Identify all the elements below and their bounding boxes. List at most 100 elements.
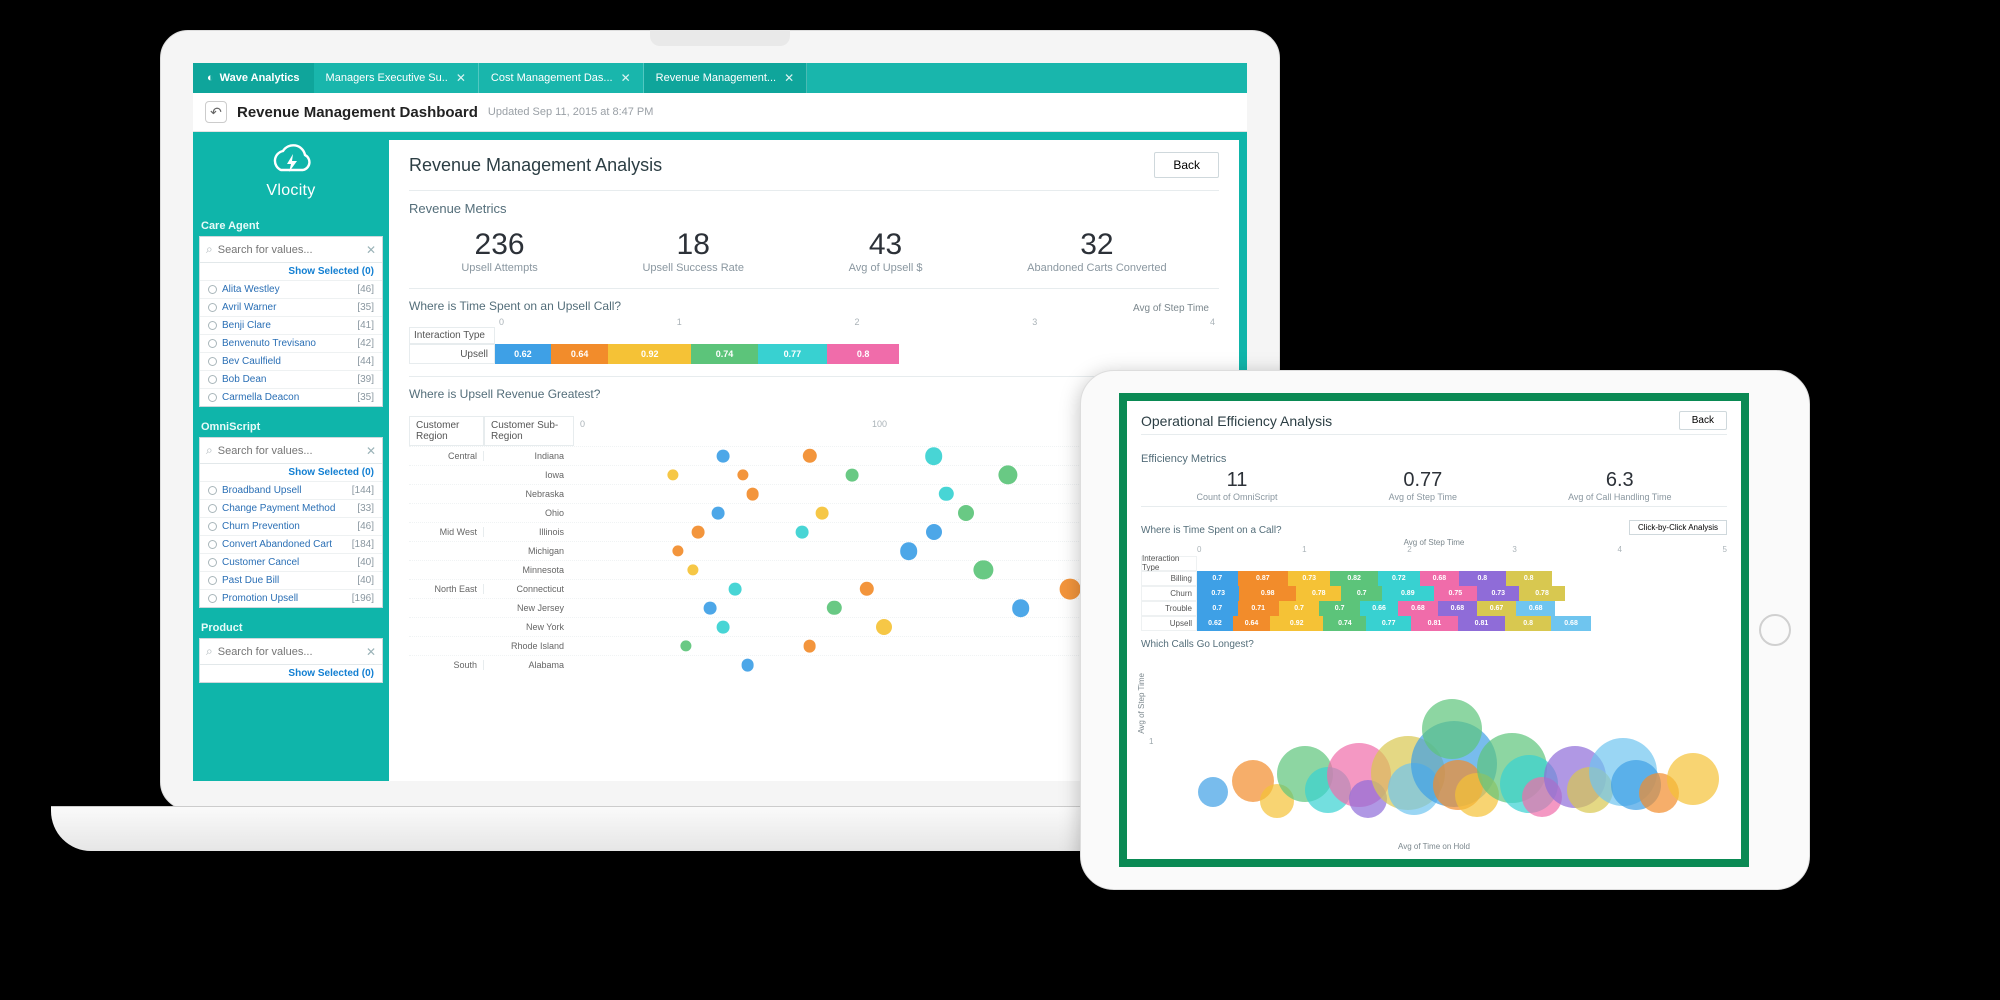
bar-segment[interactable]: 0.72 [1378, 571, 1420, 586]
bubble-dot[interactable] [687, 564, 698, 575]
show-selected-link[interactable]: Show Selected (0) [200, 665, 382, 682]
bar-segment[interactable]: 0.81 [1458, 616, 1505, 631]
bubble-dot[interactable] [1060, 579, 1081, 600]
bubble-dot[interactable] [802, 449, 816, 463]
show-selected-link[interactable]: Show Selected (0) [200, 263, 382, 280]
bar-segment[interactable]: 0.62 [495, 344, 551, 364]
bar-segment[interactable]: 0.73 [1477, 586, 1519, 601]
click-by-click-button[interactable]: Click-by-Click Analysis [1629, 520, 1727, 535]
bubble-dot[interactable] [845, 469, 858, 482]
bar-segment[interactable]: 0.78 [1296, 586, 1341, 601]
bubble-dot[interactable] [704, 602, 717, 615]
bar-segment[interactable]: 0.7 [1197, 601, 1238, 616]
bubble-dot[interactable] [925, 447, 943, 465]
bubble-dot[interactable] [711, 507, 724, 520]
bar-segment[interactable]: 0.68 [1551, 616, 1590, 631]
bubble-dot[interactable] [876, 619, 892, 635]
bubble-dot[interactable] [900, 542, 918, 560]
bubble-dot[interactable] [1667, 753, 1719, 805]
bar-segment[interactable]: 0.78 [1519, 586, 1564, 601]
clear-icon[interactable]: ✕ [366, 243, 376, 257]
bar-segment[interactable]: 0.7 [1341, 586, 1382, 601]
facet-item[interactable]: Carmella Deacon[35] [200, 388, 382, 406]
bar-segment[interactable]: 0.64 [551, 344, 609, 364]
facet-item[interactable]: Avril Warner[35] [200, 298, 382, 316]
bubble-dot[interactable] [958, 505, 974, 521]
bar-segment[interactable]: 0.98 [1239, 586, 1296, 601]
bubble-dot[interactable] [692, 526, 705, 539]
bar-segment[interactable]: 0.7 [1197, 571, 1238, 586]
bubble-dot[interactable] [1198, 777, 1228, 807]
bar-segment[interactable]: 0.87 [1238, 571, 1288, 586]
bar-segment[interactable]: 0.64 [1233, 616, 1270, 631]
facet-item[interactable]: Bev Caulfield[44] [200, 352, 382, 370]
tablet-back-button[interactable]: Back [1679, 411, 1727, 430]
bar-segment[interactable]: 0.8 [1459, 571, 1505, 586]
facet-item[interactable]: Benji Clare[41] [200, 316, 382, 334]
bubble-dot[interactable] [737, 469, 748, 480]
bubble-dot[interactable] [1012, 599, 1030, 617]
clear-icon[interactable]: ✕ [366, 645, 376, 659]
bar-segment[interactable]: 0.8 [1506, 571, 1552, 586]
bubble-dot[interactable] [680, 640, 691, 651]
bubble-dot[interactable] [827, 601, 841, 615]
bar-segment[interactable]: 0.73 [1288, 571, 1330, 586]
bar-segment[interactable]: 0.77 [758, 344, 827, 364]
bar-segment[interactable]: 0.73 [1197, 586, 1239, 601]
facet-item[interactable]: Broadband Upsell[144] [200, 481, 382, 499]
bar-segment[interactable]: 0.7 [1319, 601, 1360, 616]
app-brand[interactable]: ◐ Wave Analytics [193, 63, 314, 93]
bar-segment[interactable]: 0.82 [1330, 571, 1378, 586]
facet-item[interactable]: Change Payment Method[33] [200, 499, 382, 517]
tab-cost[interactable]: Cost Management Das... ✕ [479, 63, 644, 93]
facet-item[interactable]: Promotion Upsell[196] [200, 589, 382, 607]
bubble-dot[interactable] [939, 487, 953, 501]
bar-segment[interactable]: 0.7 [1279, 601, 1320, 616]
bubble-dot[interactable] [668, 469, 679, 480]
bar-segment[interactable]: 0.75 [1434, 586, 1478, 601]
bubble-dot[interactable] [716, 621, 729, 634]
bar-segment[interactable]: 0.68 [1516, 601, 1555, 616]
close-icon[interactable]: ✕ [621, 71, 631, 85]
bar-segment[interactable]: 0.67 [1477, 601, 1516, 616]
bar-segment[interactable]: 0.77 [1366, 616, 1411, 631]
facet-item[interactable]: Past Due Bill[40] [200, 571, 382, 589]
show-selected-link[interactable]: Show Selected (0) [200, 464, 382, 481]
bubble-dot[interactable] [741, 659, 754, 672]
search-input[interactable] [218, 646, 366, 658]
bar-segment[interactable]: 0.92 [1270, 616, 1323, 631]
back-button[interactable]: Back [1154, 152, 1219, 178]
bar-segment[interactable]: 0.8 [1505, 616, 1551, 631]
bar-segment[interactable]: 0.89 [1382, 586, 1434, 601]
bar-segment[interactable]: 0.68 [1420, 571, 1459, 586]
bubble-dot[interactable] [746, 488, 759, 501]
bubble-dot[interactable] [926, 524, 942, 540]
bubble-dot[interactable] [974, 560, 993, 579]
close-icon[interactable]: ✕ [456, 71, 466, 85]
search-input[interactable] [218, 244, 366, 256]
bubble-dot[interactable] [673, 545, 684, 556]
facet-item[interactable]: Customer Cancel[40] [200, 553, 382, 571]
bar-segment[interactable]: 0.62 [1197, 616, 1233, 631]
bubble-dot[interactable] [1422, 699, 1482, 759]
clear-icon[interactable]: ✕ [366, 444, 376, 458]
bubble-dot[interactable] [816, 507, 829, 520]
bar-segment[interactable]: 0.92 [608, 344, 691, 364]
bubble-dot[interactable] [729, 583, 742, 596]
bubble-dot[interactable] [999, 465, 1018, 484]
bar-segment[interactable]: 0.74 [691, 344, 758, 364]
facet-item[interactable]: Alita Westley[46] [200, 280, 382, 298]
bar-segment[interactable]: 0.81 [1411, 616, 1458, 631]
facet-item[interactable]: Bob Dean[39] [200, 370, 382, 388]
bar-segment[interactable]: 0.74 [1323, 616, 1366, 631]
bar-segment[interactable]: 0.71 [1238, 601, 1279, 616]
bar-segment[interactable]: 0.66 [1360, 601, 1398, 616]
bar-segment[interactable]: 0.8 [827, 344, 899, 364]
undo-button[interactable]: ↶ [205, 101, 227, 123]
close-icon[interactable]: ✕ [784, 71, 794, 85]
bubble-dot[interactable] [803, 640, 816, 653]
facet-item[interactable]: Churn Prevention[46] [200, 517, 382, 535]
facet-item[interactable]: Convert Abandoned Cart[184] [200, 535, 382, 553]
bubble-dot[interactable] [796, 526, 809, 539]
bar-segment[interactable]: 0.68 [1438, 601, 1477, 616]
